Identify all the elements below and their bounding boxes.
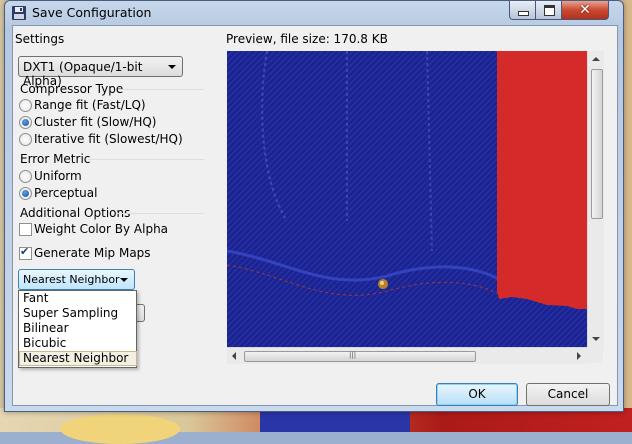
error-metric-label: Error Metric	[20, 152, 91, 166]
minimize-button[interactable]	[509, 1, 537, 20]
radio-label-iterative-fit[interactable]: Iterative fit (Slowest/HQ)	[34, 132, 183, 146]
cancel-button[interactable]: Cancel	[526, 383, 610, 406]
close-button[interactable]: ✕	[561, 1, 609, 20]
radio-label-range-fit[interactable]: Range fit (Fast/LQ)	[34, 98, 146, 112]
dropdown-option-fant[interactable]: Fant	[20, 291, 136, 306]
preview-vertical-scrollbar[interactable]	[587, 51, 604, 347]
horizontal-scroll-thumb[interactable]: |||	[244, 351, 476, 362]
radio-range-fit[interactable]	[19, 99, 32, 112]
dropdown-option-nearest-neighbor[interactable]: Nearest Neighbor	[19, 351, 137, 366]
resampling-dropdown-list: Fant Super Sampling Bilinear Bicubic Nea…	[18, 290, 137, 368]
settings-heading: Settings	[15, 32, 65, 46]
scroll-up-icon[interactable]	[592, 57, 600, 61]
weight-color-label[interactable]: Weight Color By Alpha	[34, 222, 168, 236]
weight-color-checkbox[interactable]	[19, 223, 32, 236]
radio-iterative-fit[interactable]	[19, 133, 32, 146]
preview-label: Preview, file size: 170.8 KB	[226, 32, 388, 46]
close-icon: ✕	[579, 2, 591, 18]
generate-mip-label[interactable]: Generate Mip Maps	[34, 246, 151, 260]
dropdown-option-super-sampling[interactable]: Super Sampling	[20, 306, 136, 321]
group-separator	[88, 159, 204, 160]
resampling-value: Nearest Neighbor	[23, 273, 120, 286]
maximize-button[interactable]	[535, 1, 563, 20]
compressor-type-label: Compressor Type	[20, 82, 124, 96]
grip-icon: |||	[349, 351, 357, 359]
chevron-down-icon	[168, 65, 176, 69]
texture-preview-image	[227, 51, 598, 347]
radio-label-cluster-fit[interactable]: Cluster fit (Slow/HQ)	[34, 115, 156, 129]
group-separator	[118, 89, 204, 90]
radio-cluster-fit[interactable]	[19, 116, 32, 129]
format-dropdown[interactable]: DXT1 (Opaque/1-bit Alpha)	[18, 56, 183, 88]
dropdown-option-bilinear[interactable]: Bilinear	[20, 321, 136, 336]
resampling-dropdown[interactable]: Nearest Neighbor	[18, 269, 135, 290]
title-bar[interactable]: Save Configuration ✕	[5, 1, 623, 25]
scroll-right-icon[interactable]	[577, 352, 581, 360]
ok-button[interactable]: OK	[436, 383, 518, 406]
window-title: Save Configuration	[32, 5, 152, 20]
minimize-icon	[517, 10, 529, 16]
maximize-icon	[543, 4, 555, 16]
scrollbar-corner	[587, 347, 603, 363]
radio-label-perceptual[interactable]: Perceptual	[34, 186, 97, 200]
chevron-down-icon	[120, 278, 128, 282]
radio-perceptual[interactable]	[19, 187, 32, 200]
additional-options-label: Additional Options	[20, 206, 131, 220]
radio-label-uniform[interactable]: Uniform	[34, 169, 82, 183]
floppy-disk-icon	[12, 6, 26, 20]
radio-uniform[interactable]	[19, 170, 32, 183]
dropdown-option-bicubic[interactable]: Bicubic	[20, 336, 136, 351]
scroll-left-icon[interactable]	[232, 352, 236, 360]
preview-horizontal-scrollbar[interactable]: |||	[227, 347, 587, 364]
vertical-scroll-thumb[interactable]	[591, 69, 603, 219]
generate-mip-checkbox[interactable]	[19, 245, 32, 260]
texture-preview[interactable]	[227, 51, 598, 347]
scroll-down-icon[interactable]	[592, 337, 600, 341]
group-separator	[117, 213, 204, 214]
